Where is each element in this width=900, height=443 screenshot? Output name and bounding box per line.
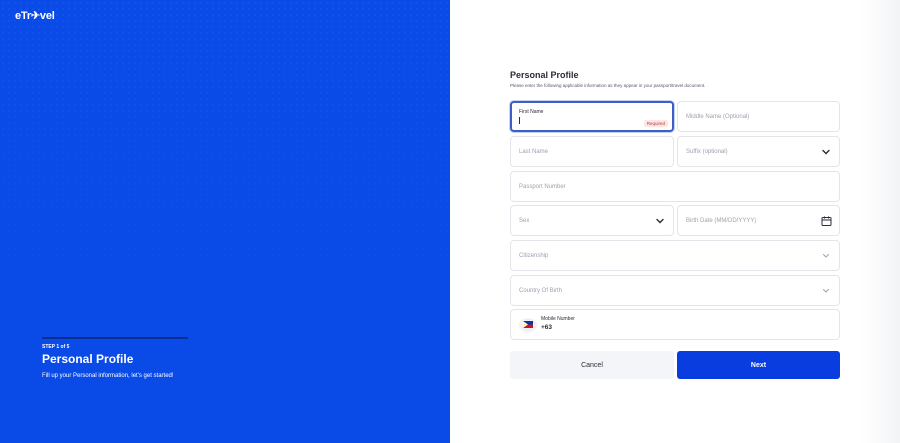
suffix-placeholder: Suffix (optional) bbox=[686, 148, 728, 155]
calendar-icon[interactable] bbox=[821, 215, 832, 226]
hero-title: Personal Profile bbox=[42, 352, 134, 366]
form-title: Personal Profile bbox=[510, 70, 579, 80]
text-caret bbox=[519, 117, 520, 124]
sex-placeholder: Sex bbox=[519, 217, 530, 224]
passport-number-field[interactable]: Passport Number bbox=[510, 171, 840, 202]
birth-date-field[interactable]: Birth Date (MM/DD/YYYY) bbox=[677, 205, 840, 236]
chevron-down-icon bbox=[655, 216, 665, 226]
first-name-field[interactable]: First Name Required bbox=[510, 101, 674, 132]
mobile-number-field[interactable]: Mobile Number +63 bbox=[510, 309, 840, 340]
mobile-number-label: Mobile Number bbox=[541, 316, 575, 322]
passport-placeholder: Passport Number bbox=[519, 183, 566, 190]
middle-name-field[interactable]: Middle Name (Optional) bbox=[677, 101, 840, 132]
suffix-select[interactable]: Suffix (optional) bbox=[677, 136, 840, 167]
first-name-label: First Name bbox=[519, 109, 544, 115]
chevron-down-icon bbox=[821, 286, 831, 296]
citizenship-placeholder: Citizenship bbox=[519, 252, 549, 259]
form-instructions: Please enter the following applicable in… bbox=[510, 83, 706, 88]
chevron-down-icon bbox=[821, 147, 831, 157]
cancel-button[interactable]: Cancel bbox=[510, 351, 674, 379]
step-indicator: STEP 1 of 5 bbox=[42, 344, 70, 350]
last-name-placeholder: Last Name bbox=[519, 148, 549, 155]
chevron-down-icon bbox=[821, 251, 831, 261]
country-dial-code: +63 bbox=[541, 324, 553, 331]
scroll-edge bbox=[860, 0, 900, 443]
sex-select[interactable]: Sex bbox=[510, 205, 674, 236]
philippines-flag-icon[interactable] bbox=[519, 317, 537, 332]
next-button[interactable]: Next bbox=[677, 351, 840, 379]
middle-name-placeholder: Middle Name (Optional) bbox=[686, 113, 750, 120]
hero-subtitle: Fill up your Personal information, let's… bbox=[42, 373, 174, 379]
country-of-birth-placeholder: Country Of Birth bbox=[519, 287, 563, 294]
etravel-logo[interactable]: eTr✈vel bbox=[15, 9, 55, 22]
citizenship-select[interactable]: Citizenship bbox=[510, 240, 840, 271]
required-badge: Required bbox=[643, 120, 668, 127]
step-progress-divider bbox=[42, 337, 188, 339]
birth-date-placeholder: Birth Date (MM/DD/YYYY) bbox=[686, 217, 757, 224]
country-of-birth-select[interactable]: Country Of Birth bbox=[510, 275, 840, 306]
last-name-field[interactable]: Last Name bbox=[510, 136, 674, 167]
